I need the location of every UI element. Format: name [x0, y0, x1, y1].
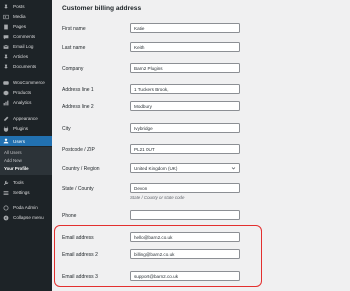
collapse-icon	[2, 214, 10, 222]
first-name-label: First name	[62, 26, 86, 32]
products-icon	[2, 89, 10, 97]
sidebar-item-poda-admin[interactable]: Poda Admin	[0, 203, 52, 212]
pages-icon	[2, 23, 10, 31]
email3-input[interactable]: support@barn2.co.uk	[130, 271, 240, 281]
last-name-input[interactable]: Keith	[130, 42, 240, 52]
media-icon	[2, 13, 10, 21]
postcode-label: Postcode / ZIP	[62, 147, 95, 153]
sidebar-item-analytics[interactable]: Analytics	[0, 98, 52, 107]
sidebar-item-products[interactable]: Products	[0, 88, 52, 97]
state-description: State / County or state code	[130, 195, 185, 200]
poda-icon	[2, 204, 10, 212]
submenu-add-new[interactable]: Add New	[4, 158, 22, 163]
submenu-your-profile[interactable]: Your Profile	[4, 166, 29, 171]
sidebar-item-users[interactable]: Users	[0, 136, 52, 146]
analytics-icon	[2, 99, 10, 107]
sidebar-item-media[interactable]: Media	[0, 12, 52, 21]
phone-label: Phone	[62, 213, 77, 219]
profile-main: Customer billing address First name Kati…	[52, 0, 350, 291]
first-name-input[interactable]: Katie	[130, 23, 240, 33]
sidebar-item-tools[interactable]: Tools	[0, 178, 52, 187]
address2-label: Address line 2	[62, 104, 94, 110]
pin-icon	[2, 53, 10, 61]
collapse-menu-button[interactable]: Collapse menu	[0, 213, 52, 222]
sidebar-item-appearance[interactable]: Appearance	[0, 114, 52, 123]
pin-icon	[2, 63, 10, 71]
sidebar-item-posts[interactable]: Posts	[0, 2, 52, 11]
sidebar-item-plugins[interactable]: Plugins	[0, 124, 52, 133]
country-select-value: United Kingdom (UK)	[134, 165, 178, 171]
sidebar-item-settings[interactable]: Settings	[0, 188, 52, 197]
country-label: Country / Region	[62, 166, 100, 172]
submenu-all-users[interactable]: All Users	[4, 150, 22, 155]
admin-sidebar: Posts Media Pages Comments Email Log Art…	[0, 0, 52, 291]
sidebar-item-articles[interactable]: Articles	[0, 52, 52, 61]
last-name-label: Last name	[62, 45, 86, 51]
woocommerce-icon	[2, 79, 10, 87]
sidebar-item-woocommerce[interactable]: WooCommerce	[0, 78, 52, 87]
country-select[interactable]: United Kingdom (UK)	[130, 163, 240, 173]
plugins-icon	[2, 125, 10, 133]
address1-input[interactable]: 1 Tuckers Brook,	[130, 84, 240, 94]
city-input[interactable]: Ivybridge	[130, 123, 240, 133]
sidebar-item-pages[interactable]: Pages	[0, 22, 52, 31]
email-icon	[2, 43, 10, 51]
state-input[interactable]: Devon	[130, 183, 240, 193]
sidebar-item-documents[interactable]: Documents	[0, 62, 52, 71]
email1-label: Email address	[62, 235, 94, 241]
company-label: Company	[62, 66, 84, 72]
email2-label: Email address 2	[62, 252, 98, 258]
email3-label: Email address 3	[62, 274, 98, 280]
tools-icon	[2, 179, 10, 187]
section-title: Customer billing address	[62, 5, 142, 12]
address1-label: Address line 1	[62, 87, 94, 93]
phone-input[interactable]	[130, 210, 240, 220]
state-label: State / County	[62, 186, 94, 192]
company-input[interactable]: Barn2 Plugins	[130, 63, 240, 73]
pin-icon	[2, 3, 10, 11]
users-icon	[2, 137, 10, 145]
email1-input[interactable]: hello@barn2.co.uk	[130, 232, 240, 242]
postcode-input[interactable]: PL21 0UT	[130, 144, 240, 154]
comments-icon	[2, 33, 10, 41]
settings-icon	[2, 189, 10, 197]
sidebar-item-email-log[interactable]: Email Log	[0, 42, 52, 51]
email2-input[interactable]: billing@barn2.co.uk	[130, 249, 240, 259]
city-label: City	[62, 126, 71, 132]
chevron-down-icon	[231, 166, 236, 169]
appearance-icon	[2, 115, 10, 123]
address2-input[interactable]: Modbury	[130, 101, 240, 111]
sidebar-item-comments[interactable]: Comments	[0, 32, 52, 41]
